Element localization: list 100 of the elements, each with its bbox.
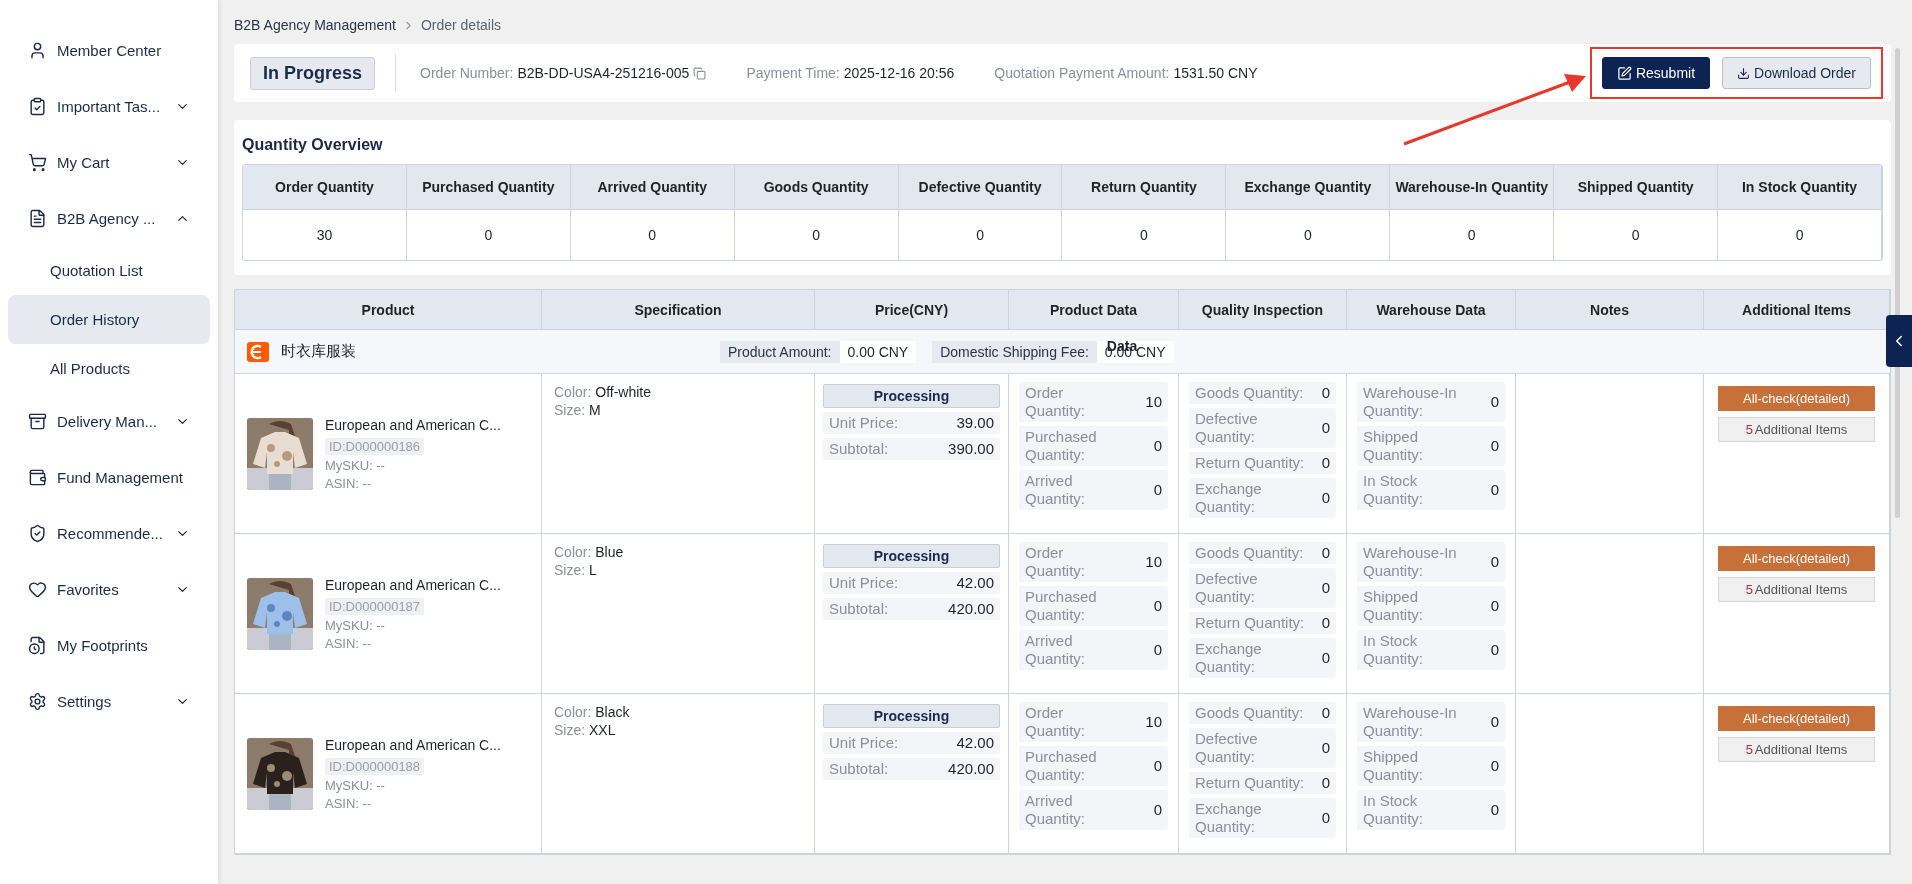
status-tag: Processing [823,384,1000,408]
product-name[interactable]: European and American C... [325,416,501,433]
order-field: Order Number: B2B-DD-USA4-251216-005 [420,65,707,81]
status-tag: Processing [823,544,1000,568]
quantity-item: Goods Quantity: 0 [1189,702,1336,724]
sidebar-item[interactable]: Member Center [8,22,210,78]
sidebar-subitem[interactable]: Order History [8,295,210,344]
quantity-item: Unit Price: 42.00 [823,732,1000,754]
spec-text: Color: Off-white [554,384,652,400]
resubmit-button[interactable]: Resubmit [1601,57,1711,89]
fee-label: Domestic Shipping Fee: [932,340,1097,363]
additional-items-button[interactable]: 5Additional Items [1718,737,1875,762]
quantity-item: Arrived Quantity: 0 [1019,630,1168,670]
quantity-item: Purchased Quantity: 0 [1019,586,1168,626]
column-header: Warehouse-In Quantity [1390,165,1555,210]
quantity-item: Warehouse-In Quantity: 0 [1357,542,1505,582]
column-header: Quality Inspection [1179,290,1347,330]
asin-text: ASIN: -- [325,475,373,491]
sidebar-item[interactable]: Favorites [8,561,210,617]
amount-value: 0.00 CNY [839,340,917,363]
quantity-item: Warehouse-In Quantity: 0 [1357,702,1505,742]
quantity-item: Shipped Quantity: 0 [1357,426,1505,466]
spec-text: Color: Black [554,704,631,720]
additional-items-button[interactable]: 5Additional Items [1718,417,1875,442]
sidebar-item[interactable]: B2B Agency ... [8,190,210,246]
quantity-item: Exchange Quantity: 0 [1189,638,1336,678]
quantity-item: Subtotal: 390.00 [823,438,1000,460]
quantity-item: Return Quantity: 0 [1189,772,1336,794]
spec-text: Size: L [554,562,598,578]
table-cell: 0 [1554,210,1719,260]
quantity-item: Unit Price: 39.00 [823,412,1000,434]
breadcrumb-item[interactable]: B2B Agency Management [234,17,396,33]
column-header: Specification [542,290,815,330]
table-cell: 0 [570,210,735,260]
sidebar-item[interactable]: Important Tas... [8,78,210,134]
quantity-item: Subtotal: 420.00 [823,758,1000,780]
check-button[interactable]: All-check(detailed) [1718,706,1875,731]
quantity-item: Warehouse-In Quantity: 0 [1357,382,1505,422]
quantity-item: Order Quantity: 10 [1019,702,1168,742]
check-button[interactable]: All-check(detailed) [1718,546,1875,571]
column-header: Additional Items [1704,290,1890,330]
quantity-item: Arrived Quantity: 0 [1019,790,1168,830]
quantity-item: Exchange Quantity: 0 [1189,478,1336,518]
sidebar-item[interactable]: Delivery Man... [8,393,210,449]
sidebar-item[interactable]: Settings [8,673,210,729]
table-cell: 0 [1390,210,1555,260]
id-tag: ID:D000000188 [325,757,425,775]
sidebar-item[interactable]: My Cart [8,134,210,190]
spec-text: Size: XXL [554,722,617,738]
column-header: Warehouse Data [1347,290,1516,330]
table-cell: 0 [1226,210,1391,260]
sidebar-item[interactable]: Recommende... [8,505,210,561]
status-tag: In Progress [250,56,376,90]
column-header: Goods Quantity [734,165,899,210]
sidebar-item[interactable]: Fund Management [8,449,210,505]
shop-logo-icon [247,341,269,362]
asin-text: ASIN: -- [325,635,373,651]
quantity-item: Order Quantity: 10 [1019,542,1168,582]
collapse-button[interactable] [1886,315,1912,367]
copy-icon[interactable] [693,66,707,80]
table-cell: 0 [898,210,1063,260]
sidebar-subitem[interactable]: All Products [8,344,210,393]
quantity-item: Defective Quantity: 0 [1189,728,1336,768]
spec-text: Color: Blue [554,544,625,560]
order-field: Payment Time: 2025-12-16 20:56 [746,65,955,81]
column-header: Shipped Quantity [1554,165,1719,210]
quantity-item: Shipped Quantity: 0 [1357,746,1505,786]
product-name[interactable]: European and American C... [325,736,501,753]
column-header: Exchange Quantity [1226,165,1391,210]
quantity-item: In Stock Quantity: 0 [1357,630,1505,670]
shop-name: 时衣库服装 [281,342,356,361]
sidebar-item[interactable]: My Footprints [8,617,210,673]
download-button[interactable]: Download Order [1722,57,1871,89]
column-header: Product [235,290,542,330]
table-cell: 30 [243,210,407,260]
product-name[interactable]: European and American C... [325,576,501,593]
column-header: Defective Quantity [898,165,1063,210]
column-header: Purchased Quantity [406,165,571,210]
quantity-item: Exchange Quantity: 0 [1189,798,1336,838]
download-icon [1737,66,1751,80]
quantity-item: Shipped Quantity: 0 [1357,586,1505,626]
sku-text: MySKU: -- [325,617,386,633]
quantity-item: Return Quantity: 0 [1189,612,1336,634]
quantity-item: Defective Quantity: 0 [1189,408,1336,448]
quantity-item: Goods Quantity: 0 [1189,542,1336,564]
column-header: Price(CNY) [815,290,1009,330]
table-cell: 0 [1718,210,1882,260]
breadcrumb-item[interactable]: Order details [420,17,502,33]
sku-text: MySKU: -- [325,457,386,473]
status-tag: Processing [823,704,1000,728]
id-tag: ID:D000000186 [325,437,425,455]
additional-items-button[interactable]: 5Additional Items [1718,577,1875,602]
sidebar-subitem[interactable]: Quotation List [8,246,210,295]
check-button[interactable]: All-check(detailed) [1718,386,1875,411]
table-cell: 0 [1062,210,1227,260]
quantity-item: In Stock Quantity: 0 [1357,470,1505,510]
asin-text: ASIN: -- [325,795,373,811]
column-header: Notes [1516,290,1704,330]
table-cell: 0 [734,210,899,260]
quantity-item: In Stock Quantity: 0 [1357,790,1505,830]
